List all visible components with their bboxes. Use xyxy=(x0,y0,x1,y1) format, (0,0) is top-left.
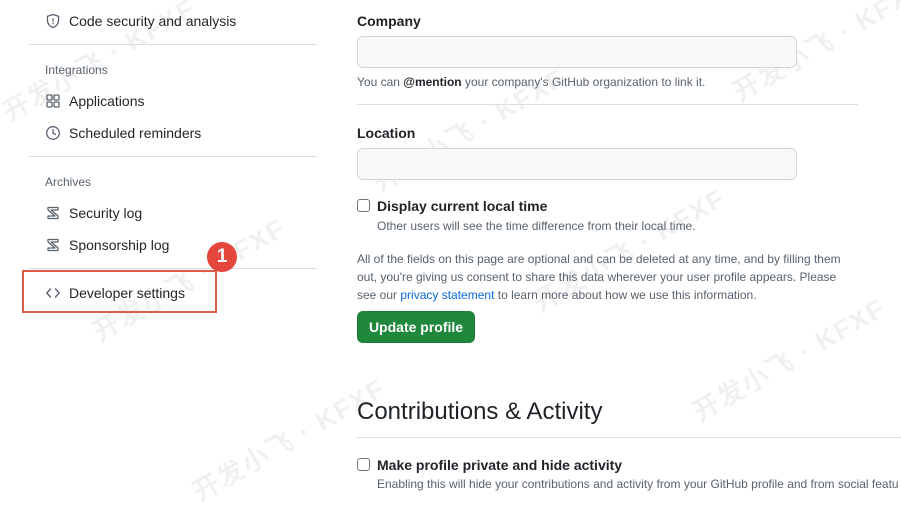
sidebar-group-archives: Archives xyxy=(45,175,92,189)
optional-fields-note: All of the fields on this page are optio… xyxy=(357,252,841,302)
profile-settings-main: Company You can @mention your company's … xyxy=(357,0,901,491)
location-label: Location xyxy=(357,125,416,141)
sidebar-divider xyxy=(29,268,317,269)
contributions-section-title: Contributions & Activity xyxy=(357,398,603,425)
section-divider xyxy=(357,104,858,105)
sidebar-item-label: Sponsorship log xyxy=(69,237,170,253)
mention-text: @mention xyxy=(403,75,462,89)
sidebar-item-code-security[interactable]: Code security and analysis xyxy=(45,8,236,34)
settings-sidebar: Code security and analysis Integrations … xyxy=(0,0,330,488)
sidebar-item-label: Security log xyxy=(69,205,143,221)
local-time-note: Other users will see the time difference… xyxy=(377,219,696,233)
annotation-step-badge: 1 xyxy=(207,242,237,272)
privacy-statement-link[interactable]: privacy statement xyxy=(400,288,494,302)
sidebar-divider xyxy=(29,44,317,45)
shield-icon xyxy=(45,13,61,29)
sidebar-item-label: Applications xyxy=(69,93,145,109)
local-time-label[interactable]: Display current local time xyxy=(377,198,547,214)
company-input[interactable] xyxy=(357,36,797,68)
sidebar-item-label: Code security and analysis xyxy=(69,13,237,29)
log-icon xyxy=(45,237,61,253)
update-profile-button[interactable]: Update profile xyxy=(357,311,475,343)
company-note: You can @mention your company's GitHub o… xyxy=(357,75,706,89)
sidebar-item-applications[interactable]: Applications xyxy=(45,88,145,114)
sidebar-item-scheduled-reminders[interactable]: Scheduled reminders xyxy=(45,120,201,146)
clock-icon xyxy=(45,125,61,141)
sidebar-item-security-log[interactable]: Security log xyxy=(45,200,142,226)
local-time-checkbox[interactable] xyxy=(357,199,370,212)
location-input[interactable] xyxy=(357,148,797,180)
company-label: Company xyxy=(357,13,421,29)
apps-grid-icon xyxy=(45,93,61,109)
sidebar-group-integrations: Integrations xyxy=(45,63,108,77)
private-profile-checkbox[interactable] xyxy=(357,458,370,471)
private-profile-label[interactable]: Make profile private and hide activity xyxy=(377,457,622,473)
sidebar-divider xyxy=(29,156,317,157)
annotation-highlight-box xyxy=(22,270,217,313)
log-icon xyxy=(45,205,61,221)
sidebar-item-sponsorship-log[interactable]: Sponsorship log xyxy=(45,232,169,258)
section-divider xyxy=(357,437,901,438)
private-profile-note: Enabling this will hide your contributio… xyxy=(377,477,899,491)
sidebar-item-label: Scheduled reminders xyxy=(69,125,202,141)
